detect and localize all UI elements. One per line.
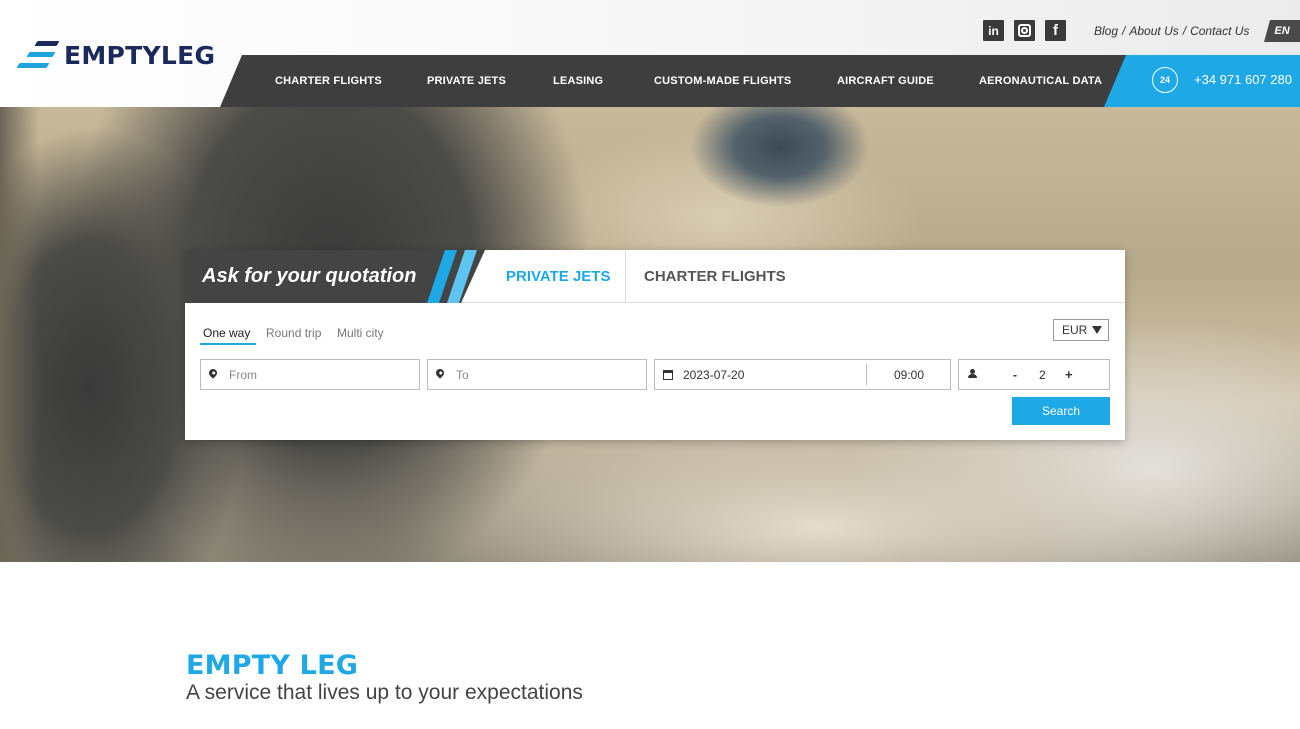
date-time-field[interactable]: 2023-07-20 09:00	[654, 359, 951, 390]
site-header: EMPTYLEG in f Blog / About Us / Contact …	[0, 0, 1300, 107]
nav-item-leasing[interactable]: LEASING	[553, 55, 603, 107]
link-separator: /	[1122, 24, 1126, 38]
language-selector[interactable]: EN	[1264, 20, 1300, 42]
active-trip-indicator	[200, 343, 256, 345]
to-field[interactable]: To	[427, 359, 647, 390]
person-icon	[968, 369, 977, 379]
time-value[interactable]: 09:00	[894, 368, 924, 382]
social-links: in f	[983, 20, 1066, 41]
phone-contact[interactable]: 24 +34 971 607 280	[1104, 55, 1300, 107]
linkedin-icon[interactable]: in	[983, 20, 1004, 41]
logo-text: EMPTYLEG	[64, 40, 216, 70]
decrease-passengers-button[interactable]: -	[1013, 368, 1017, 382]
location-pin-icon	[207, 367, 219, 379]
trip-type-one-way[interactable]: One way	[203, 326, 250, 340]
tab-charter-flights[interactable]: CHARTER FLIGHTS	[644, 250, 786, 303]
contact-link[interactable]: Contact Us	[1190, 24, 1249, 38]
phone-24h-icon: 24	[1152, 67, 1178, 93]
passengers-field: - 2 +	[958, 359, 1110, 390]
caret-down-icon	[1092, 326, 1102, 334]
about-link[interactable]: About Us	[1129, 24, 1178, 38]
logo-mark-icon	[12, 39, 60, 71]
trip-type-round-trip[interactable]: Round trip	[266, 326, 321, 340]
instagram-icon[interactable]	[1014, 20, 1035, 41]
currency-select[interactable]: EUR	[1053, 319, 1109, 341]
logo[interactable]: EMPTYLEG	[12, 38, 215, 72]
blog-link[interactable]: Blog	[1094, 24, 1118, 38]
nav-item-custom-made-flights[interactable]: CUSTOM-MADE FLIGHTS	[654, 55, 791, 107]
facebook-icon[interactable]: f	[1045, 20, 1066, 41]
nav-item-aeronautical-data[interactable]: AERONAUTICAL DATA	[979, 55, 1102, 107]
quotation-title: Ask for your quotation	[202, 265, 417, 287]
currency-value: EUR	[1062, 323, 1088, 337]
top-links: Blog / About Us / Contact Us	[1094, 24, 1249, 38]
main-nav: CHARTER FLIGHTS PRIVATE JETS LEASING CUS…	[220, 55, 1140, 107]
quotation-widget: Ask for your quotation PRIVATE JETS CHAR…	[185, 250, 1125, 440]
section-title: EMPTY LEG	[186, 650, 359, 681]
nav-item-aircraft-guide[interactable]: AIRCRAFT GUIDE	[837, 55, 934, 107]
from-field[interactable]: From	[200, 359, 420, 390]
link-separator: /	[1182, 24, 1187, 38]
tab-private-jets[interactable]: PRIVATE JETS	[506, 250, 610, 303]
nav-item-charter-flights[interactable]: CHARTER FLIGHTS	[275, 55, 382, 107]
location-pin-icon	[434, 367, 446, 379]
calendar-icon	[663, 370, 673, 380]
section-subtitle: A service that lives up to your expectat…	[186, 681, 583, 704]
quotation-header: Ask for your quotation PRIVATE JETS CHAR…	[185, 250, 1125, 303]
trip-type-multi-city[interactable]: Multi city	[337, 326, 384, 340]
date-value[interactable]: 2023-07-20	[683, 368, 744, 382]
phone-number: +34 971 607 280	[1194, 72, 1292, 87]
nav-item-private-jets[interactable]: PRIVATE JETS	[427, 55, 506, 107]
from-placeholder: From	[229, 367, 257, 382]
search-button[interactable]: Search	[1012, 397, 1110, 425]
to-placeholder: To	[456, 367, 469, 382]
increase-passengers-button[interactable]: +	[1065, 367, 1073, 382]
passenger-count: 2	[1039, 367, 1046, 382]
